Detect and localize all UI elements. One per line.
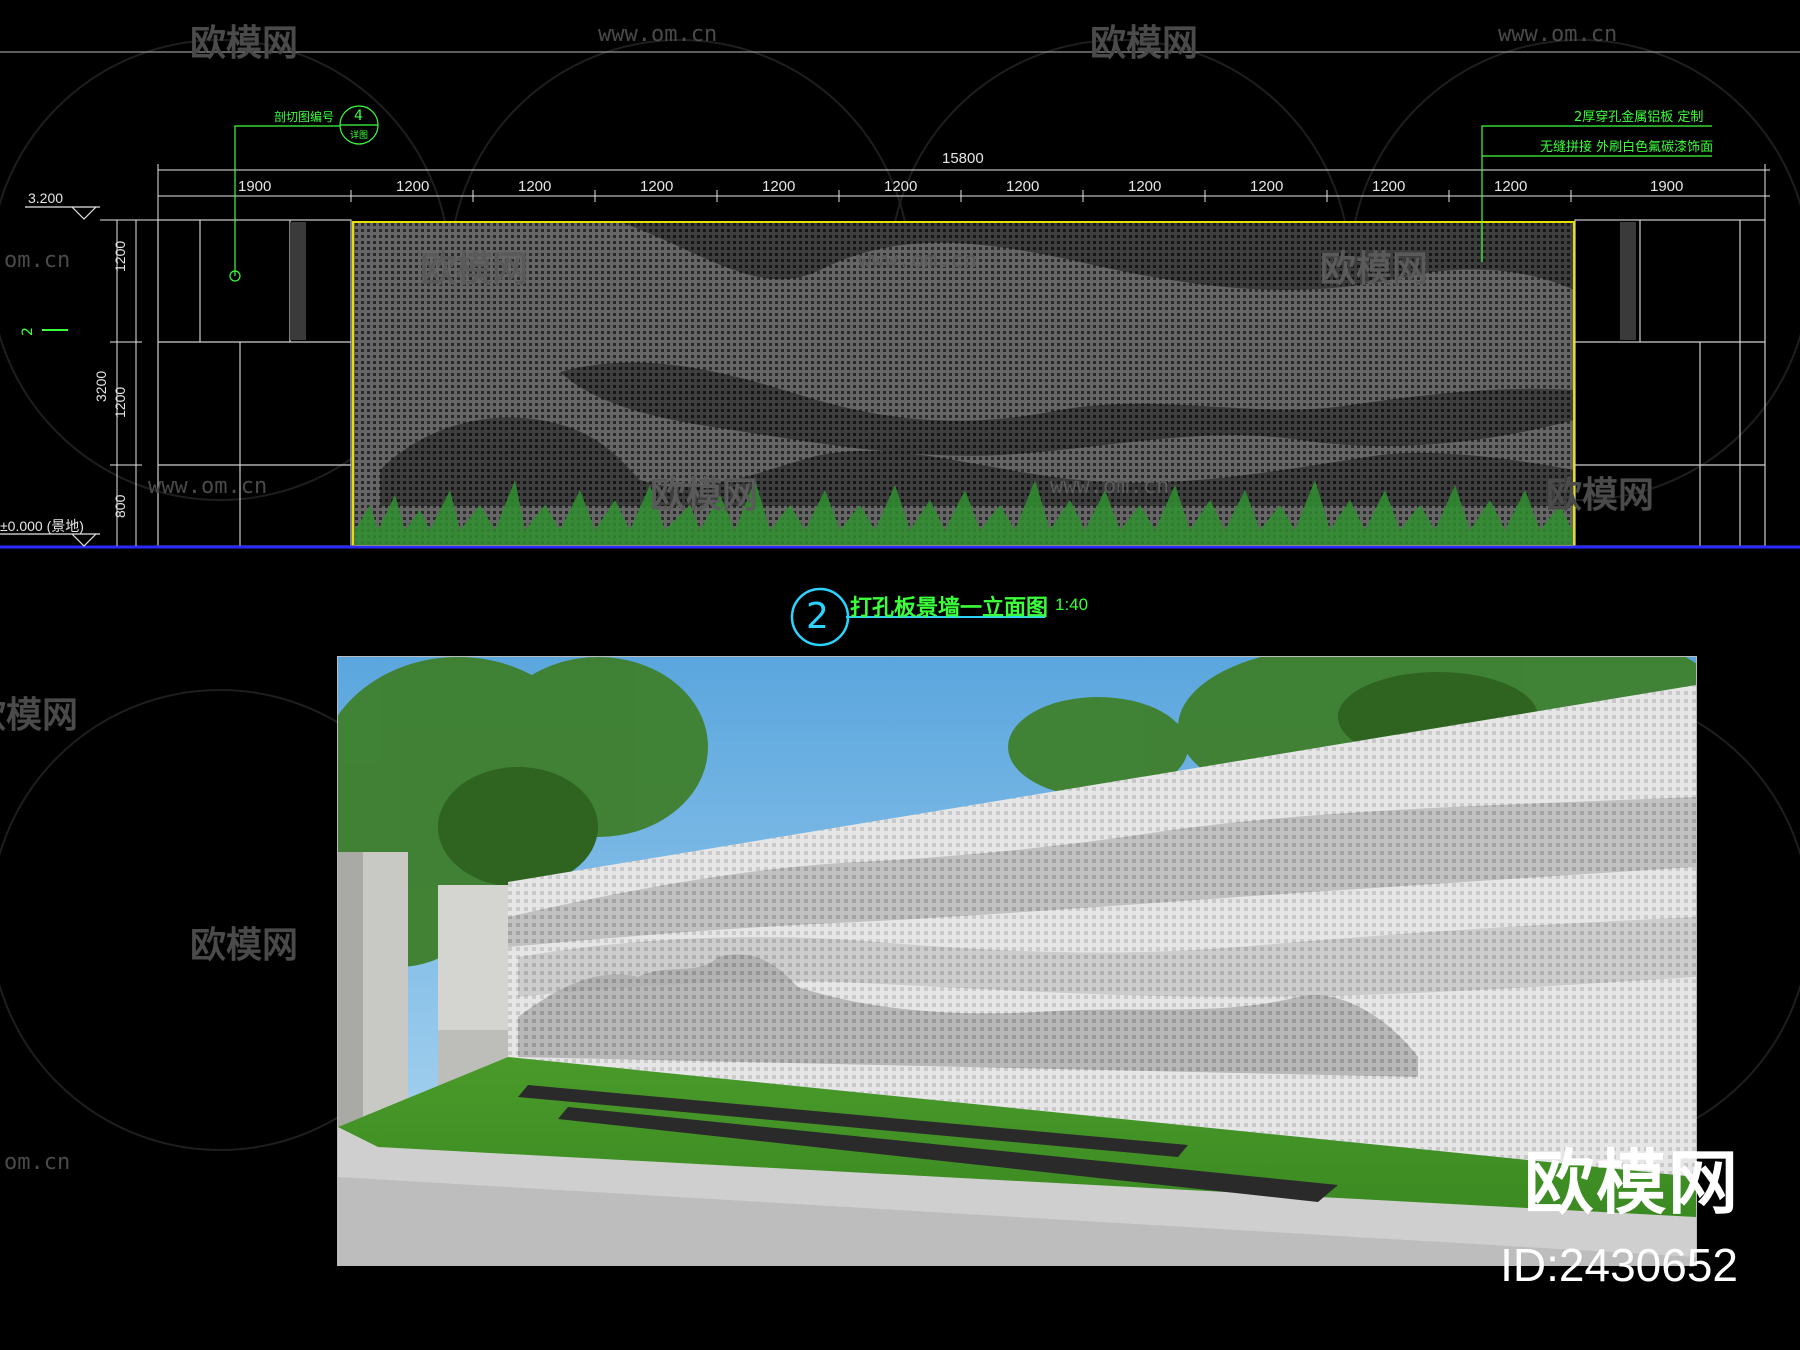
level-base-label: ±0.000 (景地) <box>0 518 84 534</box>
height-dim: 1200 <box>112 386 128 418</box>
segment-dim: 1200 <box>396 178 430 195</box>
callout-left-text: 剖切图编号 <box>274 110 335 124</box>
callout-ref-bottom: 详图 <box>350 131 369 141</box>
segment-dim: 1200 <box>1128 178 1162 195</box>
watermark-url: om.cn <box>4 248 71 273</box>
callout-ref-top: 4 <box>354 108 363 124</box>
watermark-brand: 欧模网 <box>190 925 299 966</box>
watermark-brand: 欧模网 <box>0 695 79 736</box>
segment-dim: 1200 <box>640 178 674 195</box>
watermark-url: om.cn <box>4 1150 71 1175</box>
side-mark-label: 2 <box>20 327 36 336</box>
watermark-brand: 欧模网 <box>1320 249 1429 290</box>
drawing-number: 2 <box>806 596 829 637</box>
callout-right-line2: 无缝拼接 外刷白色氟碳漆饰面 <box>1540 140 1714 155</box>
watermark-brand: 欧模网 <box>1090 23 1199 64</box>
height-dim: 1200 <box>112 240 128 272</box>
watermark-url: www.om.cn <box>148 474 268 499</box>
watermark-brand: 欧模网 <box>420 249 529 290</box>
height-dim: 800 <box>112 494 128 518</box>
segment-dim: 1200 <box>1494 178 1528 195</box>
segment-dim: 1200 <box>518 178 552 195</box>
watermark-url: www.om.cn <box>598 22 718 47</box>
brand-logo-text: 欧模网 <box>1524 1142 1740 1224</box>
segment-dim: 1200 <box>1372 178 1406 195</box>
watermark-url: www.om.cn <box>1498 22 1618 47</box>
segment-dim: 1200 <box>762 178 796 195</box>
total-height-dim: 3200 <box>93 370 109 402</box>
render-scene <box>338 657 1696 1265</box>
segment-dim: 1200 <box>1006 178 1040 195</box>
level-top-label: 3.200 <box>28 190 64 206</box>
drawing-scale: 1:40 <box>1055 595 1089 614</box>
watermark-url: www.om.cn <box>1050 474 1170 499</box>
brand-id: ID:2430652 <box>1500 1239 1738 1291</box>
segment-dim: 1200 <box>1250 178 1284 195</box>
watermark-url: www.om.cn <box>858 248 978 273</box>
drawing-title: 打孔板景墙一立面图 <box>850 596 1049 621</box>
overall-dimension: 15800 <box>942 150 984 167</box>
segment-dim: 1900 <box>1650 178 1684 195</box>
callout-right-line1: 2厚穿孔金属铝板 定制 <box>1574 110 1704 125</box>
watermark-brand: 欧模网 <box>190 23 299 64</box>
segment-dim: 1200 <box>884 178 918 195</box>
segment-dim: 1900 <box>238 178 272 195</box>
watermark-brand: 欧模网 <box>1546 475 1655 516</box>
watermark-brand: 欧模网 <box>650 475 759 516</box>
perspective-render <box>337 656 1697 1266</box>
